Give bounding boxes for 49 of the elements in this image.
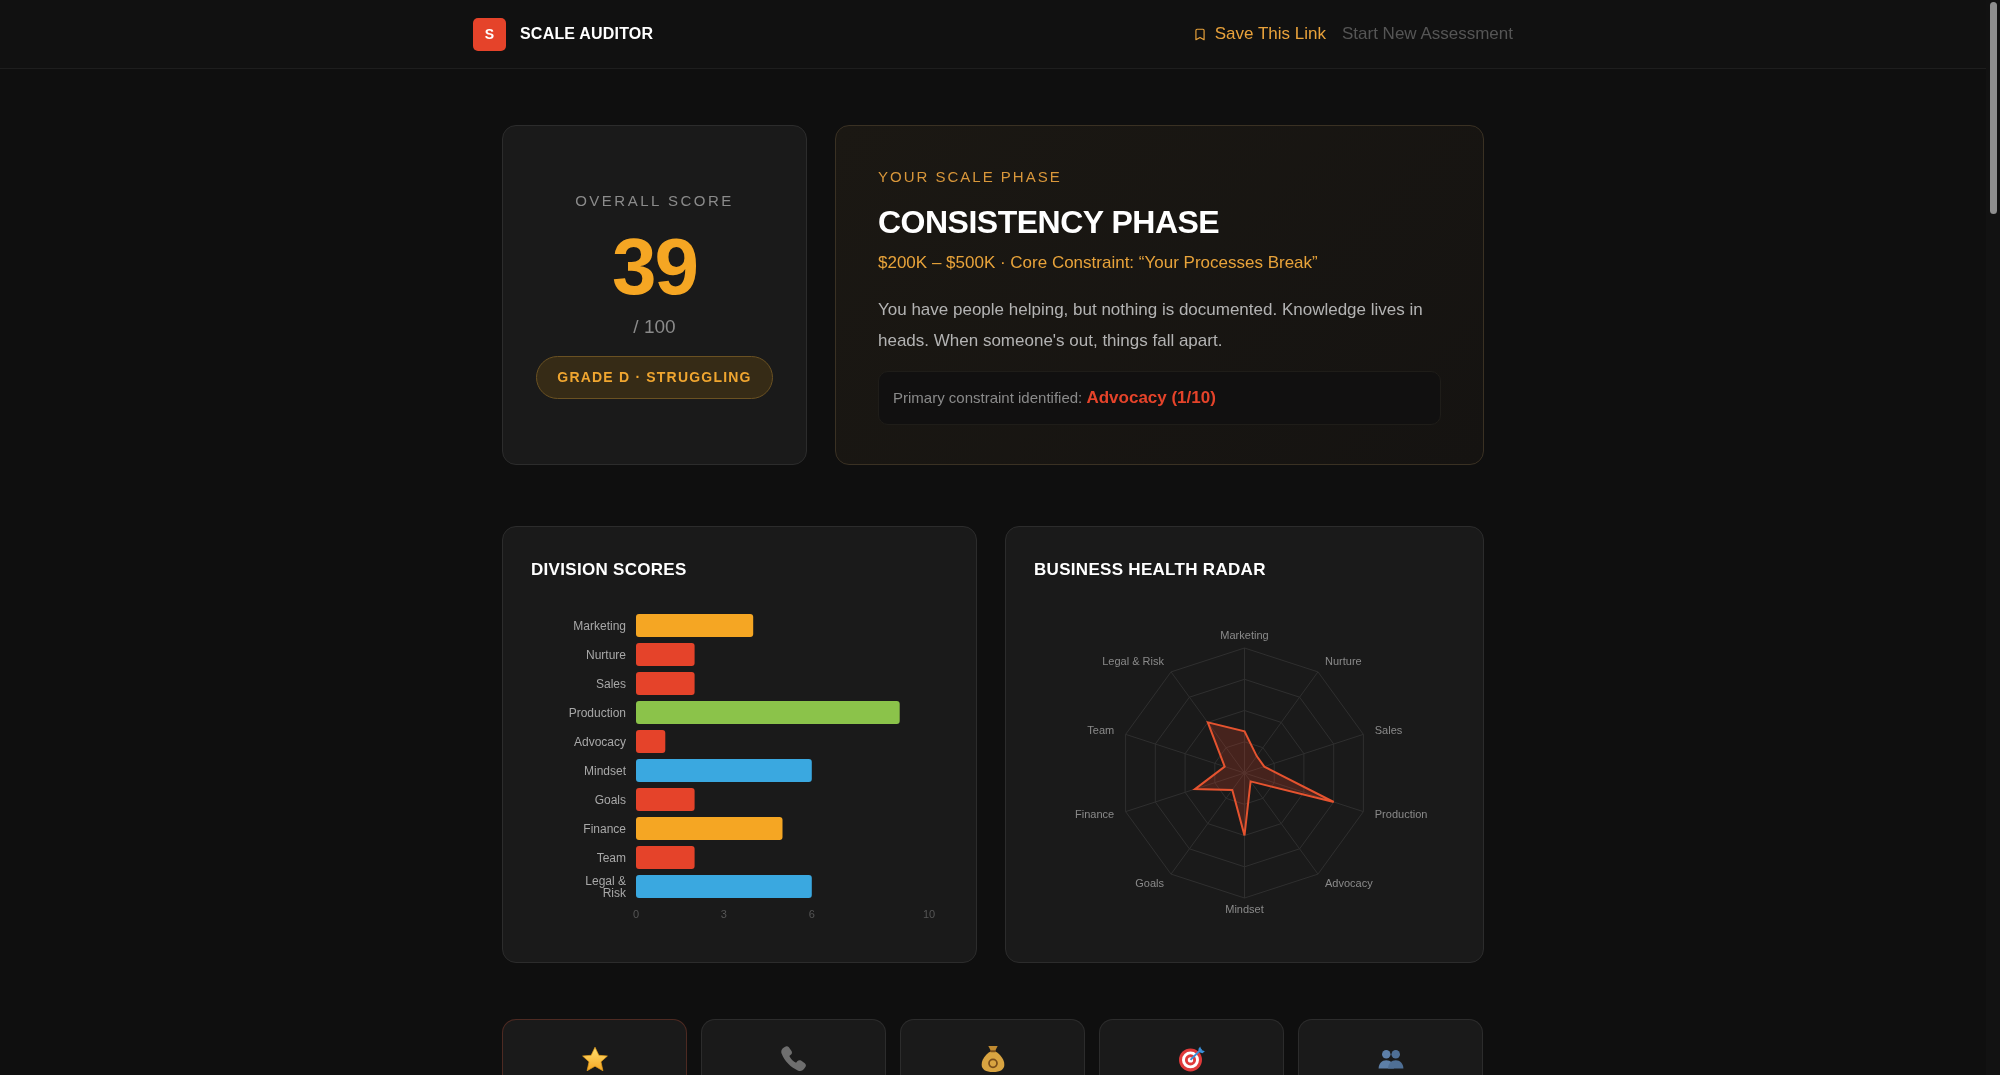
chart-bar — [636, 788, 695, 811]
axis-label: Sales — [595, 677, 626, 690]
radar-axis-label: Legal & Risk — [1102, 655, 1164, 668]
score-label: OVERALL SCORE — [575, 191, 734, 210]
save-link[interactable]: Save This Link — [1192, 24, 1326, 44]
axis-label: Production — [568, 706, 626, 719]
target-icon — [1178, 1046, 1205, 1072]
constraint-note: Primary constraint identified: Advocacy (1/10) — [878, 371, 1441, 425]
chart-bar — [636, 672, 695, 695]
axis-label: Nurture — [586, 648, 626, 661]
phase-eyebrow: YOUR SCALE PHASE — [878, 168, 1063, 186]
tick-label: 3 — [720, 907, 727, 920]
money-bag-icon — [979, 1046, 1006, 1072]
scrollbar-thumb[interactable] — [1989, 2, 1997, 214]
division-card[interactable] — [900, 1019, 1085, 1075]
phase-title: CONSISTENCY PHASE — [878, 204, 1221, 241]
chart-bar — [636, 643, 695, 666]
radar-axis-label: Marketing — [1220, 628, 1269, 641]
chart-bar — [636, 846, 695, 869]
axis-label: Team — [596, 851, 626, 864]
axis-label: Advocacy — [573, 735, 626, 748]
axis-label: Finance — [583, 822, 626, 835]
chart-bar — [636, 730, 666, 753]
division-card[interactable] — [1298, 1019, 1483, 1075]
radar-axis-label: Mindset — [1225, 902, 1264, 915]
radar-axis-label: Finance — [1075, 808, 1115, 821]
score-max: / 100 — [633, 315, 676, 338]
grade-badge: GRADE D · STRUGGLING — [536, 355, 773, 399]
division-card[interactable] — [502, 1019, 687, 1075]
radar-axis-label: Team — [1087, 723, 1115, 736]
axis-label: Goals — [594, 793, 626, 806]
card-title: DIVISION SCORES — [531, 559, 688, 581]
star-icon — [581, 1046, 608, 1072]
radar-axis-label: Sales — [1374, 723, 1403, 736]
card-title: BUSINESS HEALTH RADAR — [1034, 559, 1267, 581]
radar-axis-label: Advocacy — [1325, 876, 1373, 889]
axis-label: Mindset — [583, 764, 626, 777]
radar-axis-label: Production — [1374, 808, 1428, 821]
phone-icon — [780, 1046, 807, 1072]
division-card[interactable] — [1099, 1019, 1284, 1075]
logo-mark: S — [473, 17, 506, 51]
radar-axis-label: Nurture — [1325, 655, 1362, 668]
radar-axis-label: Goals — [1135, 876, 1164, 889]
brand-name: SCALE AUDITOR — [520, 25, 654, 43]
axis-label: Marketing — [573, 619, 626, 632]
axis-label: Legal & Risk — [584, 874, 626, 899]
phase-description: You have people helping, but nothing is documented. Knowledge lives in heads. When someone's out, things fall apart. — [878, 299, 1424, 352]
score-value: 39 — [612, 226, 697, 307]
phase-subtitle: $200K – $500K · Core Constraint: “Your Processes Break” — [878, 252, 1319, 274]
